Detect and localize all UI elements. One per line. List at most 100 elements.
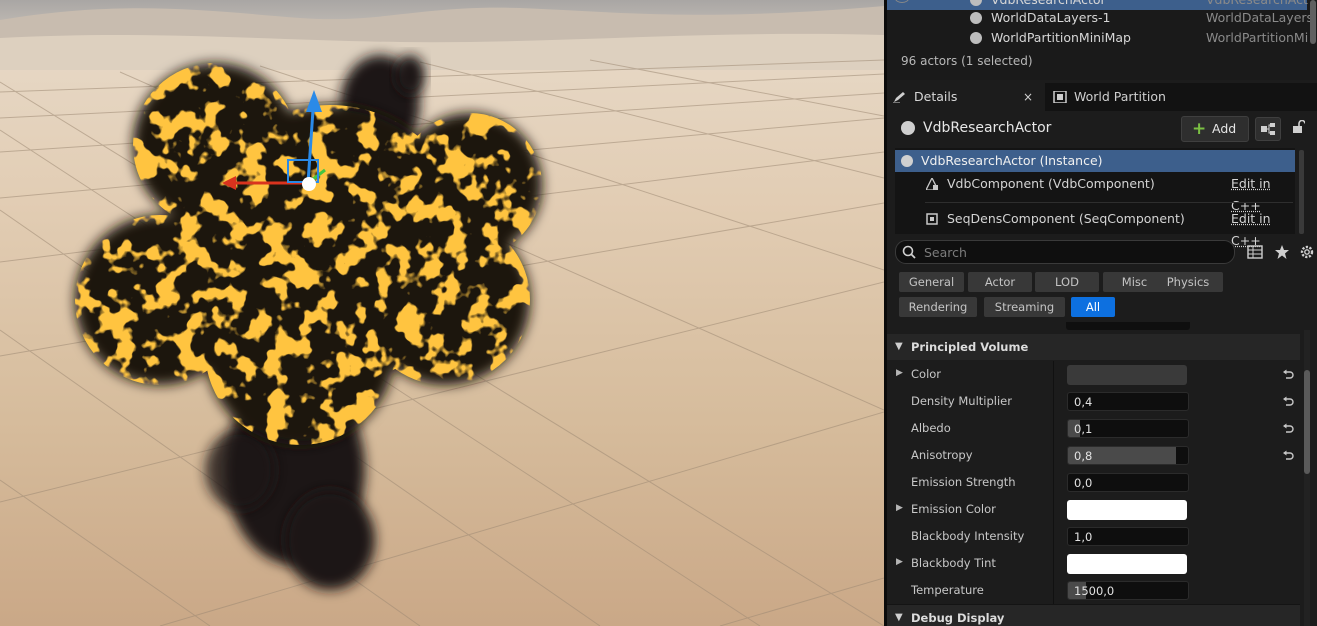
component-row[interactable]: SeqDensComponent (SeqComponent) Edit in … [895, 208, 1295, 248]
property-label: Emission Color [911, 502, 996, 516]
scrollbar-thumb[interactable] [1304, 370, 1310, 474]
actor-icon [970, 0, 982, 6]
component-tree-scrollbar[interactable] [1299, 150, 1304, 234]
column-divider[interactable] [1053, 415, 1054, 442]
property-label: Emission Strength [911, 475, 1016, 489]
property-row[interactable]: Albedo 0,1 [887, 415, 1300, 443]
actor-name: VdbResearchActor [923, 120, 1052, 136]
property-row[interactable]: ▶ Color [887, 361, 1300, 389]
grid-icon [1053, 91, 1067, 103]
column-divider[interactable] [1053, 388, 1054, 415]
filter-actor[interactable]: Actor [968, 272, 1032, 292]
slider-field[interactable]: 1500,0 [1067, 581, 1189, 600]
outliner-row[interactable]: WorldDataLayers-1 WorldDataLayers [887, 8, 1313, 28]
property-row[interactable]: Emission Strength 0,0 [887, 469, 1300, 497]
hierarchy-icon [1261, 123, 1275, 135]
details-search[interactable] [895, 240, 1235, 264]
filter-all[interactable]: All [1071, 297, 1115, 317]
add-component-button[interactable]: + Add [1181, 116, 1249, 142]
property-row[interactable]: Blackbody Intensity 1,0 [887, 523, 1300, 551]
field-value: 1500,0 [1074, 584, 1115, 598]
slider-field[interactable]: 0,1 [1067, 419, 1189, 438]
column-divider[interactable] [1053, 442, 1054, 469]
column-divider[interactable] [1053, 577, 1054, 604]
filter-lod[interactable]: LOD [1035, 272, 1099, 292]
add-button-label: Add [1212, 121, 1237, 136]
field-value: 1,0 [1074, 530, 1093, 544]
collapse-arrow-icon: ▼ [895, 341, 903, 352]
outliner-row[interactable]: WorldPartitionMiniMap WorldPartitionMi [887, 28, 1308, 48]
table-view-icon[interactable] [1247, 244, 1263, 260]
filter-general[interactable]: General [899, 272, 964, 292]
expand-arrow-icon[interactable]: ▶ [896, 368, 903, 378]
column-divider[interactable] [1053, 550, 1054, 577]
details-scrollbar[interactable] [1304, 330, 1310, 626]
number-field[interactable]: 1,0 [1067, 527, 1189, 546]
pencil-icon [893, 92, 905, 103]
divider [925, 202, 1293, 203]
field-value: 0,0 [1074, 476, 1093, 490]
tab-world-partition-label: World Partition [1074, 89, 1166, 104]
outliner-scrollbar[interactable] [1310, 0, 1316, 44]
category-debug-display[interactable]: ▼ Debug Display [887, 605, 1300, 626]
search-input[interactable] [922, 242, 1226, 262]
reset-to-default-icon[interactable] [1282, 395, 1294, 407]
property-label: Blackbody Tint [911, 556, 996, 570]
component-row[interactable]: VdbComponent (VdbComponent) Edit in C++ [895, 173, 1295, 213]
color-swatch[interactable] [1067, 365, 1187, 385]
property-label: Anisotropy [911, 448, 973, 462]
property-label: Color [911, 367, 942, 381]
component-label: SeqDensComponent (SeqComponent) [947, 211, 1185, 226]
level-viewport[interactable] [0, 0, 884, 626]
column-divider[interactable] [1053, 361, 1054, 388]
category-principled-volume[interactable]: ▼ Principled Volume [887, 334, 1300, 360]
lock-icon[interactable] [1291, 120, 1305, 134]
column-divider[interactable] [1053, 496, 1054, 523]
blueprint-button[interactable] [1255, 117, 1281, 141]
outliner-row-type: WorldDataLayers [1206, 10, 1314, 25]
property-row[interactable]: Density Multiplier 0,4 [887, 388, 1300, 416]
gear-icon[interactable] [1299, 244, 1315, 260]
number-field[interactable]: 0,4 [1067, 392, 1189, 411]
outliner-row-name: WorldPartitionMiniMap [991, 30, 1131, 45]
reset-to-default-icon[interactable] [1282, 449, 1294, 461]
filter-physics[interactable]: Physics [1153, 272, 1223, 292]
actor-icon [901, 155, 913, 167]
viewport-scene [0, 0, 884, 626]
star-icon[interactable] [1274, 244, 1290, 260]
actor-header: VdbResearchActor + Add [887, 112, 1317, 146]
vdb-component-icon [926, 178, 938, 190]
color-swatch[interactable] [1067, 500, 1187, 520]
filter-rendering[interactable]: Rendering [899, 297, 977, 317]
column-divider[interactable] [1053, 469, 1054, 496]
slider-field[interactable]: 0,8 [1067, 446, 1189, 465]
visibility-eye-icon[interactable] [895, 0, 909, 3]
reset-to-default-icon[interactable] [1282, 368, 1294, 380]
close-icon[interactable]: × [1023, 83, 1033, 111]
component-row[interactable]: VdbResearchActor (Instance) [895, 150, 1295, 172]
actor-icon [970, 12, 982, 24]
number-field[interactable]: 0,0 [1067, 473, 1189, 492]
column-divider[interactable] [1053, 523, 1054, 550]
property-row[interactable]: Anisotropy 0,8 [887, 442, 1300, 470]
tab-world-partition[interactable]: World Partition [1047, 83, 1207, 111]
property-row[interactable]: ▶ Blackbody Tint [887, 550, 1300, 578]
properties-list: ▼ Principled Volume ▶ Color Density Multip… [887, 322, 1300, 626]
collapse-arrow-icon: ▼ [895, 612, 903, 623]
reset-to-default-icon[interactable] [1282, 422, 1294, 434]
right-panel: VdbResearchActor VdbResearchAct WorldDat… [887, 0, 1317, 626]
outliner-row-name: WorldDataLayers-1 [991, 10, 1111, 25]
component-tree: VdbResearchActor (Instance) VdbComponent… [895, 148, 1295, 248]
property-row[interactable]: Temperature 1500,0 [887, 577, 1300, 605]
property-row[interactable]: ▶ Emission Color [887, 496, 1300, 524]
actor-icon [901, 121, 915, 135]
search-icon [902, 245, 916, 259]
expand-arrow-icon[interactable]: ▶ [896, 557, 903, 567]
category-title: Debug Display [911, 611, 1005, 625]
property-label: Blackbody Intensity [911, 529, 1025, 543]
expand-arrow-icon[interactable]: ▶ [896, 503, 903, 513]
color-swatch[interactable] [1067, 554, 1187, 574]
tab-details[interactable]: Details × [887, 83, 1045, 111]
filter-streaming[interactable]: Streaming [984, 297, 1065, 317]
plus-icon: + [1192, 119, 1207, 139]
